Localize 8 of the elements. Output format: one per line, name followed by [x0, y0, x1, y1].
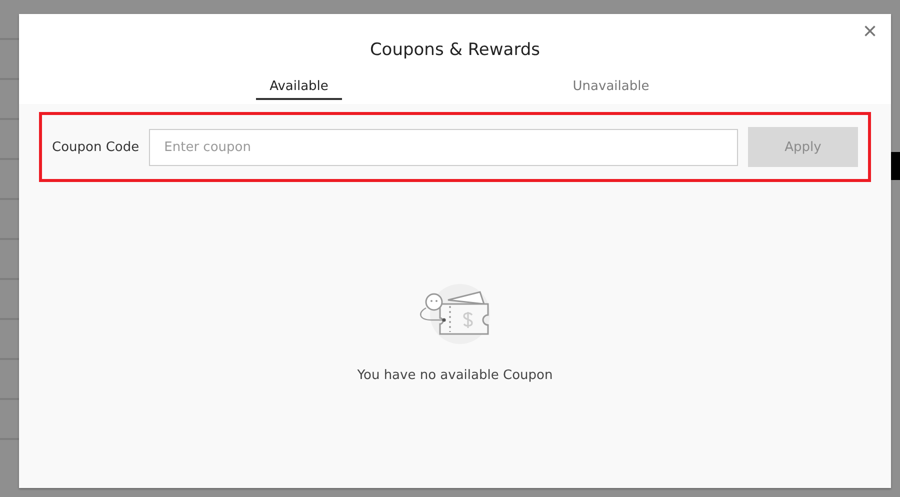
close-button[interactable]: ×	[860, 20, 879, 44]
page-bar	[891, 152, 900, 180]
field-label: Coupon Code	[52, 140, 140, 154]
dialog-title: Coupons & Rewards	[370, 40, 540, 60]
empty-message: You have no available Coupon	[357, 368, 553, 383]
tab[interactable]: Unavailable	[558, 76, 664, 100]
tab[interactable]: Available	[256, 76, 342, 100]
coupon-field[interactable]: Enter coupon	[149, 128, 738, 166]
